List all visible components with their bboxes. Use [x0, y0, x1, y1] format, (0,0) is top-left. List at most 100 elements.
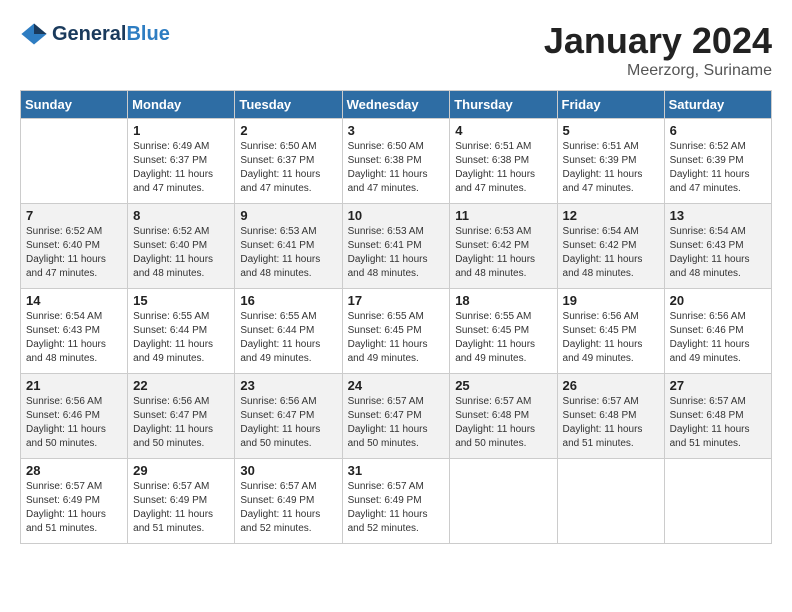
day-info: Sunrise: 6:56 AMSunset: 6:46 PMDaylight:… [26, 395, 122, 451]
calendar-cell: 6 Sunrise: 6:52 AMSunset: 6:39 PMDaylight… [664, 119, 771, 204]
day-info: Sunrise: 6:54 AMSunset: 6:42 PMDaylight:… [563, 225, 659, 281]
day-number: 11 [455, 208, 551, 223]
calendar-cell: 29Sunrise: 6:57 AMSunset: 6:49 PMDayligh… [128, 459, 235, 544]
sunrise-text: Sunrise: 6:52 AM [133, 225, 229, 239]
daylight-text: Daylight: 11 hours and 47 minutes. [26, 253, 122, 281]
calendar-cell: 17Sunrise: 6:55 AMSunset: 6:45 PMDayligh… [342, 289, 450, 374]
sunrise-text: Sunrise: 6:57 AM [348, 480, 445, 494]
day-info: Sunrise: 6:52 AMSunset: 6:39 PMDaylight:… [670, 140, 766, 196]
calendar-cell: 16Sunrise: 6:55 AMSunset: 6:44 PMDayligh… [235, 289, 342, 374]
day-number: 25 [455, 378, 551, 393]
col-header-sunday: Sunday [21, 91, 128, 119]
logo-text-blue: Blue [126, 23, 169, 45]
calendar-cell: 8Sunrise: 6:52 AMSunset: 6:40 PMDaylight… [128, 204, 235, 289]
calendar-cell: 11Sunrise: 6:53 AMSunset: 6:42 PMDayligh… [450, 204, 557, 289]
day-number: 6 [670, 123, 766, 138]
day-info: Sunrise: 6:55 AMSunset: 6:45 PMDaylight:… [348, 310, 445, 366]
daylight-text: Daylight: 11 hours and 50 minutes. [455, 423, 551, 451]
sunrise-text: Sunrise: 6:56 AM [240, 395, 336, 409]
day-number: 10 [348, 208, 445, 223]
sunrise-text: Sunrise: 6:55 AM [455, 310, 551, 324]
sunset-text: Sunset: 6:45 PM [455, 324, 551, 338]
day-header-row: SundayMondayTuesdayWednesdayThursdayFrid… [21, 91, 772, 119]
day-info: Sunrise: 6:50 AMSunset: 6:37 PMDaylight:… [240, 140, 336, 196]
sunrise-text: Sunrise: 6:53 AM [348, 225, 445, 239]
col-header-wednesday: Wednesday [342, 91, 450, 119]
calendar-cell: 28Sunrise: 6:57 AMSunset: 6:49 PMDayligh… [21, 459, 128, 544]
sunrise-text: Sunrise: 6:52 AM [670, 140, 766, 154]
sunset-text: Sunset: 6:44 PM [240, 324, 336, 338]
sunset-text: Sunset: 6:47 PM [133, 409, 229, 423]
sunset-text: Sunset: 6:47 PM [240, 409, 336, 423]
sunset-text: Sunset: 6:37 PM [133, 154, 229, 168]
calendar-cell: 2Sunrise: 6:50 AMSunset: 6:37 PMDaylight… [235, 119, 342, 204]
calendar-cell: 15Sunrise: 6:55 AMSunset: 6:44 PMDayligh… [128, 289, 235, 374]
calendar-cell [664, 459, 771, 544]
calendar-cell: 26Sunrise: 6:57 AMSunset: 6:48 PMDayligh… [557, 374, 664, 459]
sunrise-text: Sunrise: 6:55 AM [348, 310, 445, 324]
calendar-cell: 31Sunrise: 6:57 AMSunset: 6:49 PMDayligh… [342, 459, 450, 544]
daylight-text: Daylight: 11 hours and 51 minutes. [26, 508, 122, 536]
sunrise-text: Sunrise: 6:51 AM [563, 140, 659, 154]
sunset-text: Sunset: 6:40 PM [133, 239, 229, 253]
calendar-cell: 27Sunrise: 6:57 AMSunset: 6:48 PMDayligh… [664, 374, 771, 459]
daylight-text: Daylight: 11 hours and 47 minutes. [670, 168, 766, 196]
sunset-text: Sunset: 6:48 PM [563, 409, 659, 423]
day-number: 16 [240, 293, 336, 308]
col-header-saturday: Saturday [664, 91, 771, 119]
day-number: 4 [455, 123, 551, 138]
day-info: Sunrise: 6:57 AMSunset: 6:49 PMDaylight:… [133, 480, 229, 536]
sunset-text: Sunset: 6:43 PM [26, 324, 122, 338]
day-info: Sunrise: 6:50 AMSunset: 6:38 PMDaylight:… [348, 140, 445, 196]
calendar-cell [450, 459, 557, 544]
week-row-3: 14Sunrise: 6:54 AMSunset: 6:43 PMDayligh… [21, 289, 772, 374]
logo-icon [20, 20, 48, 48]
day-info: Sunrise: 6:49 AMSunset: 6:37 PMDaylight:… [133, 140, 229, 196]
day-number: 24 [348, 378, 445, 393]
day-number: 1 [133, 123, 229, 138]
day-number: 23 [240, 378, 336, 393]
day-info: Sunrise: 6:57 AMSunset: 6:49 PMDaylight:… [26, 480, 122, 536]
daylight-text: Daylight: 11 hours and 49 minutes. [563, 338, 659, 366]
day-number: 7 [26, 208, 122, 223]
sunrise-text: Sunrise: 6:54 AM [670, 225, 766, 239]
day-info: Sunrise: 6:56 AMSunset: 6:47 PMDaylight:… [133, 395, 229, 451]
sunrise-text: Sunrise: 6:56 AM [133, 395, 229, 409]
calendar-cell: 21 Sunrise: 6:56 AMSunset: 6:46 PMDayligh… [21, 374, 128, 459]
day-info: Sunrise: 6:56 AMSunset: 6:47 PMDaylight:… [240, 395, 336, 451]
col-header-tuesday: Tuesday [235, 91, 342, 119]
day-number: 19 [563, 293, 659, 308]
sunset-text: Sunset: 6:49 PM [133, 494, 229, 508]
day-number: 15 [133, 293, 229, 308]
day-number: 12 [563, 208, 659, 223]
sunrise-text: Sunrise: 6:52 AM [26, 225, 122, 239]
day-info: Sunrise: 6:51 AMSunset: 6:38 PMDaylight:… [455, 140, 551, 196]
sunrise-text: Sunrise: 6:57 AM [348, 395, 445, 409]
day-info: Sunrise: 6:53 AMSunset: 6:41 PMDaylight:… [348, 225, 445, 281]
sunset-text: Sunset: 6:44 PM [133, 324, 229, 338]
week-row-2: 7Sunrise: 6:52 AMSunset: 6:40 PMDaylight… [21, 204, 772, 289]
calendar-cell: 14Sunrise: 6:54 AMSunset: 6:43 PMDayligh… [21, 289, 128, 374]
page-header: GeneralBlue January 2024 Meerzorg, Surin… [20, 20, 772, 80]
calendar-cell: 22Sunrise: 6:56 AMSunset: 6:47 PMDayligh… [128, 374, 235, 459]
daylight-text: Daylight: 11 hours and 48 minutes. [26, 338, 122, 366]
daylight-text: Daylight: 11 hours and 47 minutes. [240, 168, 336, 196]
daylight-text: Daylight: 11 hours and 48 minutes. [670, 253, 766, 281]
calendar-cell: 20Sunrise: 6:56 AMSunset: 6:46 PMDayligh… [664, 289, 771, 374]
calendar-cell: 4 Sunrise: 6:51 AMSunset: 6:38 PMDaylight… [450, 119, 557, 204]
sunrise-text: Sunrise: 6:50 AM [348, 140, 445, 154]
day-info: Sunrise: 6:55 AMSunset: 6:45 PMDaylight:… [455, 310, 551, 366]
calendar-cell: 5Sunrise: 6:51 AMSunset: 6:39 PMDaylight… [557, 119, 664, 204]
day-info: Sunrise: 6:57 AMSunset: 6:49 PMDaylight:… [240, 480, 336, 536]
calendar-cell: 10 Sunrise: 6:53 AMSunset: 6:41 PMDayligh… [342, 204, 450, 289]
calendar-cell: 18Sunrise: 6:55 AMSunset: 6:45 PMDayligh… [450, 289, 557, 374]
daylight-text: Daylight: 11 hours and 48 minutes. [133, 253, 229, 281]
sunset-text: Sunset: 6:48 PM [455, 409, 551, 423]
day-info: Sunrise: 6:54 AMSunset: 6:43 PMDaylight:… [26, 310, 122, 366]
day-info: Sunrise: 6:51 AMSunset: 6:39 PMDaylight:… [563, 140, 659, 196]
sunrise-text: Sunrise: 6:57 AM [240, 480, 336, 494]
sunset-text: Sunset: 6:42 PM [563, 239, 659, 253]
daylight-text: Daylight: 11 hours and 48 minutes. [455, 253, 551, 281]
day-number: 21 [26, 378, 122, 393]
calendar-cell: 7Sunrise: 6:52 AMSunset: 6:40 PMDaylight… [21, 204, 128, 289]
